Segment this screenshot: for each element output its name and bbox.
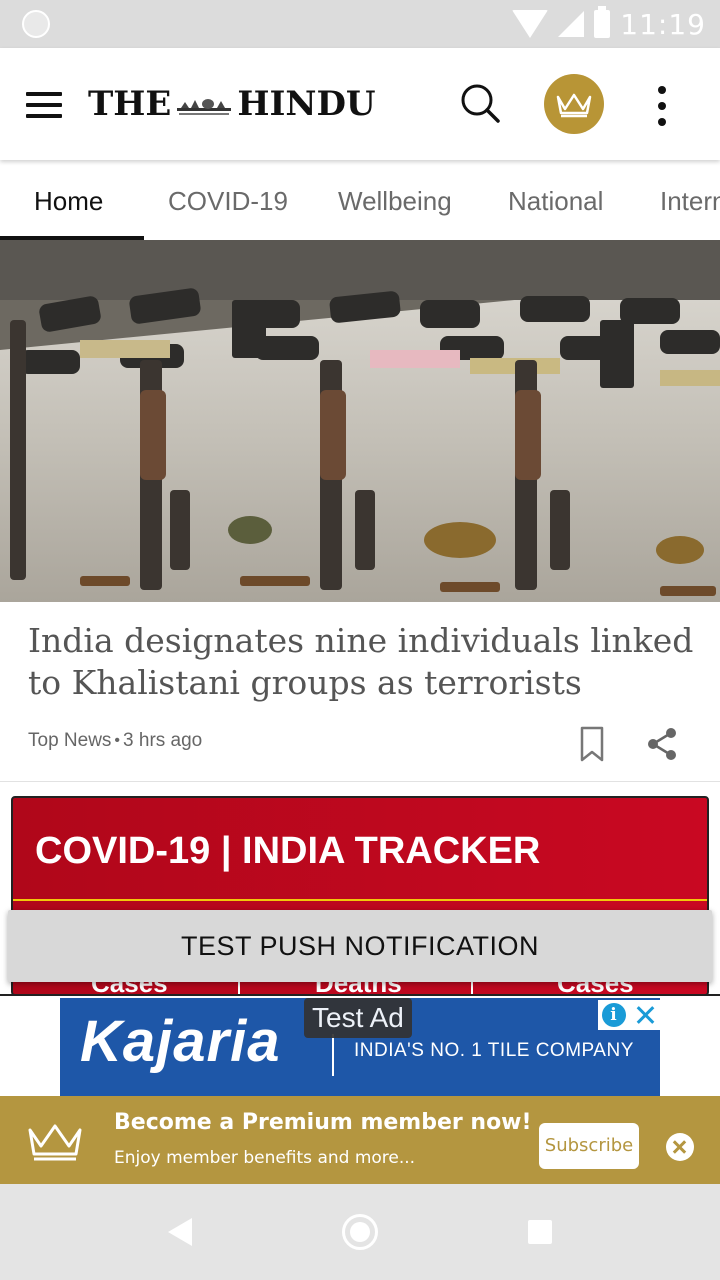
- share-icon[interactable]: [644, 726, 680, 762]
- logo-emblem-icon: [175, 94, 233, 115]
- ad-brand: Kajaria: [80, 1009, 281, 1074]
- article-meta: Top News • 3 hrs ago: [28, 730, 202, 752]
- tab-wellbeing[interactable]: Wellbeing: [338, 162, 452, 240]
- test-ad-label: Test Ad: [304, 998, 412, 1038]
- status-bar: 11:19: [0, 0, 720, 48]
- article-time: 3 hrs ago: [123, 730, 203, 751]
- bookmark-icon[interactable]: [576, 724, 608, 764]
- tab-home[interactable]: Home: [34, 162, 103, 240]
- logo-word-the: THE: [88, 84, 172, 124]
- ad-tagline: INDIA'S NO. 1 TILE COMPANY: [354, 1040, 634, 1061]
- tab-national[interactable]: National: [508, 162, 603, 240]
- ad-info-icon[interactable]: i: [601, 1003, 626, 1027]
- divider: [0, 781, 720, 782]
- push-notification-banner[interactable]: TEST PUSH NOTIFICATION: [8, 910, 712, 982]
- tab-covid-19[interactable]: COVID-19: [168, 162, 288, 240]
- section-tabs: Home COVID-19 Wellbeing National Intern: [0, 162, 720, 240]
- notification-dot-icon: [22, 10, 50, 38]
- article-section: Top News: [28, 730, 112, 751]
- status-time: 11:19: [620, 7, 706, 41]
- tracker-divider: [13, 899, 707, 901]
- ad-close-icon[interactable]: [633, 1003, 657, 1027]
- search-icon[interactable]: [458, 82, 502, 126]
- recents-icon[interactable]: [528, 1220, 552, 1244]
- ad-banner[interactable]: Kajaria INDIA'S NO. 1 TILE COMPANY Test …: [60, 998, 660, 1096]
- more-vert-icon[interactable]: [654, 86, 670, 126]
- crown-icon: [556, 93, 592, 118]
- premium-banner: Become a Premium member now! Enjoy membe…: [0, 1096, 720, 1184]
- status-icons: 11:19: [512, 6, 706, 42]
- menu-icon[interactable]: [26, 92, 62, 118]
- crown-icon: [28, 1124, 82, 1161]
- ad-separator: [332, 1034, 334, 1076]
- signal-icon: [558, 11, 585, 37]
- meta-separator: •: [114, 732, 121, 749]
- premium-title: Become a Premium member now!: [114, 1110, 532, 1135]
- ad-container: Kajaria INDIA'S NO. 1 TILE COMPANY Test …: [0, 994, 720, 1096]
- battery-icon: [594, 6, 611, 38]
- tab-international[interactable]: Intern: [660, 162, 720, 240]
- hero-image[interactable]: [0, 240, 720, 602]
- tracker-title: COVID-19 | INDIA TRACKER: [35, 830, 541, 872]
- premium-close-icon[interactable]: [666, 1133, 694, 1161]
- logo-word-hindu: HINDU: [237, 84, 376, 124]
- premium-subtitle: Enjoy member benefits and more...: [114, 1148, 416, 1168]
- article-headline[interactable]: India designates nine individuals linked…: [28, 620, 698, 704]
- system-nav-bar: [0, 1184, 720, 1280]
- back-icon[interactable]: [168, 1218, 192, 1246]
- the-hindu-logo[interactable]: THE HINDU: [88, 80, 376, 128]
- app-bar: THE HINDU: [0, 48, 720, 160]
- ad-controls: i: [598, 1000, 660, 1030]
- wifi-icon: [512, 10, 549, 38]
- home-icon[interactable]: [342, 1214, 378, 1250]
- premium-crown-button[interactable]: [544, 74, 604, 134]
- subscribe-button[interactable]: Subscribe: [539, 1123, 639, 1169]
